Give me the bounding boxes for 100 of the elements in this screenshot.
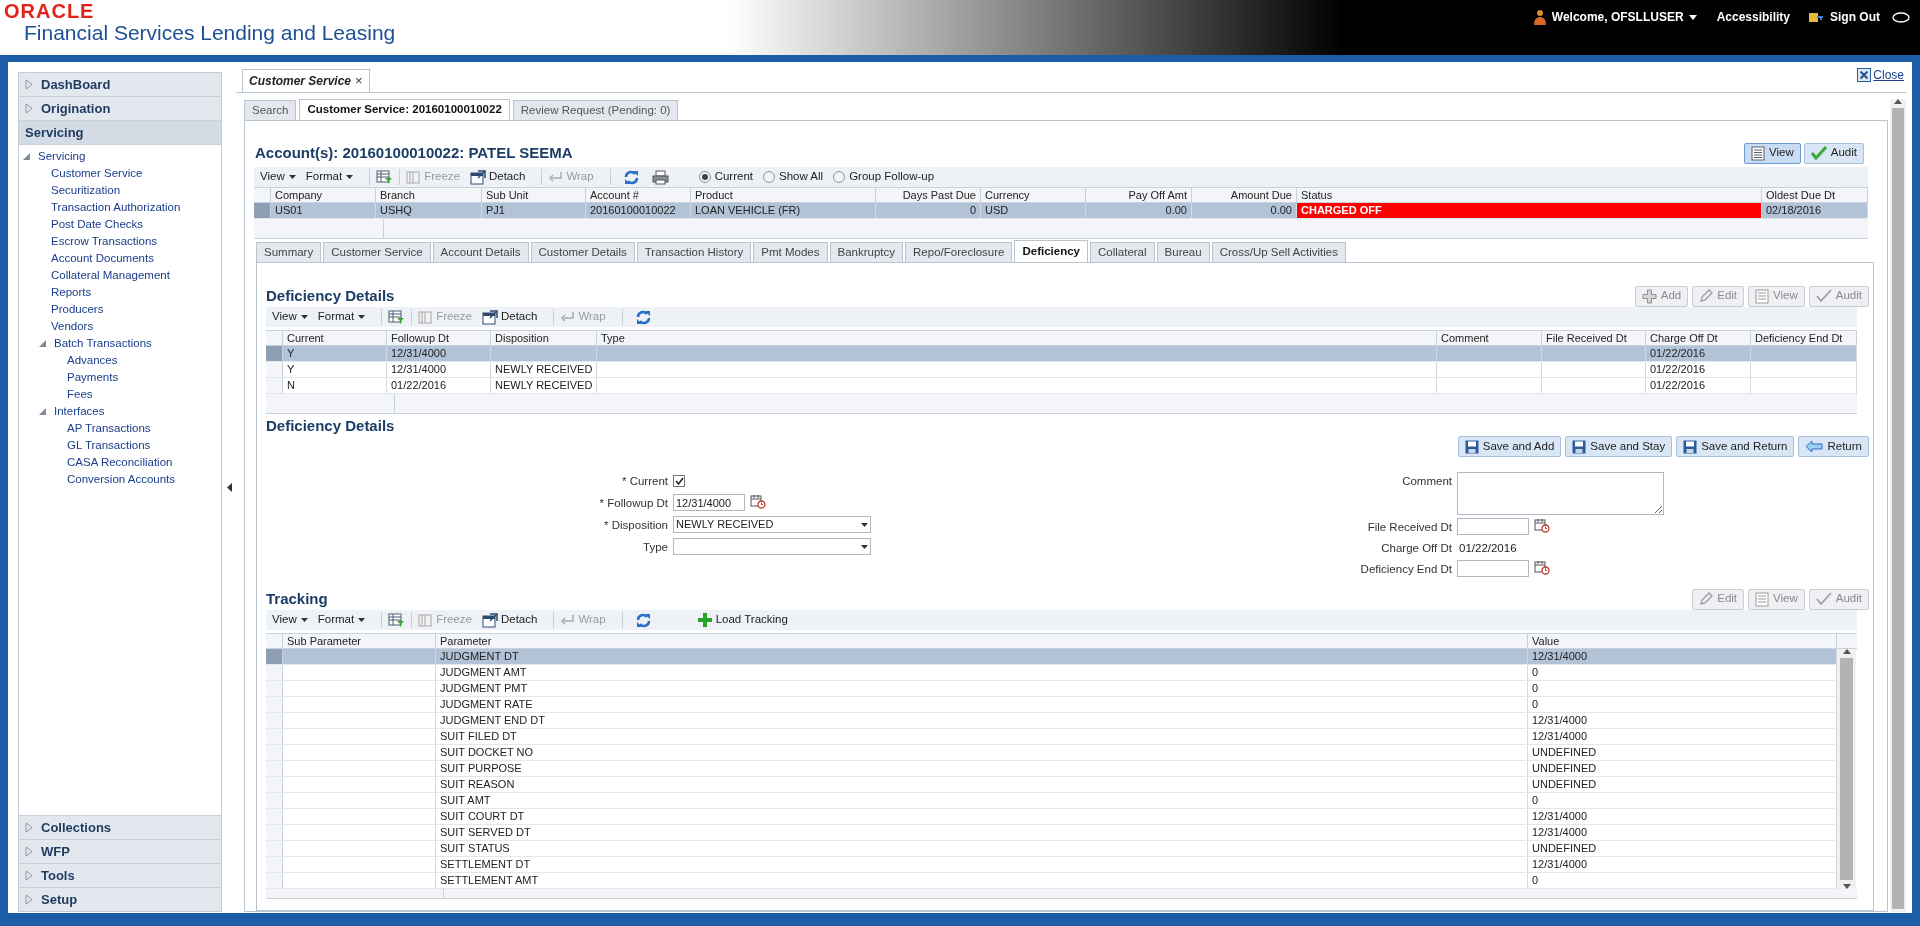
table-row[interactable]: N 01/22/2016 NEWLY RECEIVED 01/22/2016 <box>266 378 1857 394</box>
column-header[interactable]: Parameter <box>436 634 1528 648</box>
menu-button[interactable]: Format <box>305 168 354 186</box>
calendar-icon[interactable] <box>1534 518 1550 533</box>
accessibility-link[interactable]: Accessibility <box>1716 8 1790 26</box>
row-selector[interactable] <box>266 713 283 728</box>
row-selector[interactable] <box>266 697 283 712</box>
table-row[interactable]: JUDGMENT RATE 0 <box>266 697 1837 713</box>
scrollbar[interactable] <box>1837 649 1856 889</box>
row-selector[interactable] <box>266 841 283 856</box>
accordion-header[interactable]: Origination <box>19 97 222 121</box>
tree-item[interactable]: Escrow Transactions <box>51 232 158 251</box>
column-header[interactable]: Pay Off Amt <box>1086 188 1192 202</box>
load-tracking-button[interactable]: Load Tracking <box>697 611 788 629</box>
refresh-icon[interactable] <box>622 168 640 186</box>
tab[interactable]: Search <box>244 100 297 120</box>
tree-item[interactable]: Securitization <box>51 181 121 200</box>
tab[interactable]: Deficiency <box>1014 240 1088 262</box>
menu-button[interactable]: Format <box>317 611 366 629</box>
comment-field[interactable] <box>1457 472 1664 515</box>
refresh-icon[interactable] <box>634 611 652 629</box>
table-row[interactable]: JUDGMENT AMT 0 <box>266 665 1837 681</box>
table-row[interactable]: SUIT STATUS UNDEFINED <box>266 841 1837 857</box>
tree-item[interactable]: Advances <box>67 351 118 370</box>
collapse-handle-icon[interactable] <box>226 483 232 492</box>
column-header[interactable]: Company <box>271 188 376 202</box>
tree-item[interactable]: Payments <box>67 368 119 387</box>
row-selector[interactable] <box>266 809 283 824</box>
row-selector[interactable] <box>266 362 283 377</box>
close-tab-icon[interactable]: × <box>355 75 363 87</box>
toolbar-button[interactable]: Detach <box>481 308 538 326</box>
save-button[interactable]: Save and Add <box>1457 436 1562 457</box>
tab[interactable]: Repo/Foreclosure <box>905 242 1013 262</box>
tab[interactable]: Transaction History <box>636 242 752 262</box>
tab[interactable]: Summary <box>256 242 322 262</box>
expanded-icon[interactable] <box>39 340 46 347</box>
row-selector[interactable] <box>266 777 283 792</box>
column-header[interactable]: Oldest Due Dt <box>1762 188 1868 202</box>
table-row[interactable]: SUIT SERVED DT 12/31/4000 <box>266 825 1837 841</box>
column-header[interactable]: Sub Parameter <box>283 634 436 648</box>
tree-item[interactable]: Interfaces <box>54 402 105 421</box>
close-icon[interactable] <box>1857 68 1872 82</box>
table-row[interactable]: SETTLEMENT AMT 0 <box>266 873 1837 889</box>
column-header[interactable]: Account # <box>586 188 691 202</box>
query-icon[interactable] <box>388 309 406 325</box>
tree-item[interactable]: Transaction Authorization <box>51 198 181 217</box>
tree-item[interactable]: Customer Service <box>51 164 143 183</box>
document-tab[interactable]: Customer Service × <box>242 69 370 92</box>
table-row[interactable]: Y 12/31/4000 01/22/2016 <box>266 346 1857 362</box>
query-icon[interactable] <box>388 612 406 628</box>
accordion-header[interactable]: Collections <box>19 815 222 839</box>
accordion-header[interactable]: Servicing <box>19 121 222 145</box>
user-menu[interactable]: Welcome, OFSLLUSER <box>1551 8 1697 26</box>
row-selector[interactable] <box>266 745 283 760</box>
row-selector[interactable] <box>266 649 283 664</box>
menu-button[interactable]: Format <box>317 308 366 326</box>
column-header[interactable]: Followup Dt <box>387 331 491 345</box>
tree-item[interactable]: Batch Transactions <box>54 334 152 353</box>
column-header[interactable]: Current <box>283 331 387 345</box>
column-header[interactable]: Amount Due <box>1192 188 1297 202</box>
tab[interactable]: Cross/Up Sell Activities <box>1211 242 1346 262</box>
save-button[interactable]: Save and Stay <box>1565 436 1673 457</box>
tab[interactable]: Customer Details <box>530 242 635 262</box>
radio-button[interactable] <box>698 171 711 183</box>
tab[interactable]: Bureau <box>1156 242 1210 262</box>
tree-item[interactable]: Servicing <box>38 147 86 166</box>
menu-button[interactable]: View <box>272 611 308 629</box>
radio-button[interactable] <box>763 171 775 183</box>
row-selector[interactable] <box>254 203 271 218</box>
tree-item[interactable]: AP Transactions <box>67 419 151 438</box>
row-selector[interactable] <box>266 346 283 361</box>
date-field[interactable] <box>1457 560 1529 577</box>
accordion-header[interactable]: Setup <box>19 887 222 911</box>
column-header[interactable]: Branch <box>376 188 482 202</box>
close-link[interactable]: Close <box>1873 66 1904 84</box>
scroll-thumb[interactable] <box>1892 108 1904 909</box>
date-field[interactable]: 12/31/4000 <box>673 494 745 511</box>
accordion-header[interactable]: WFP <box>19 839 222 863</box>
tree-item[interactable]: Vendors <box>51 317 94 336</box>
toolbar-button[interactable]: Detach <box>469 168 526 186</box>
row-selector[interactable] <box>266 825 283 840</box>
radio-option[interactable]: Group Follow-up <box>833 168 935 186</box>
radio-option[interactable]: Current <box>698 168 753 186</box>
radio-button[interactable] <box>833 171 846 183</box>
tab[interactable]: Pmt Modes <box>753 242 828 262</box>
table-row[interactable]: SETTLEMENT DT 12/31/4000 <box>266 857 1837 873</box>
tab[interactable]: Customer Service: 20160100010022 <box>299 99 510 120</box>
table-row[interactable]: JUDGMENT PMT 0 <box>266 681 1837 697</box>
menu-button[interactable]: View <box>260 168 296 186</box>
table-row[interactable]: JUDGMENT END DT 12/31/4000 <box>266 713 1837 729</box>
tab[interactable]: Collateral <box>1090 242 1155 262</box>
table-row[interactable]: SUIT AMT 0 <box>266 793 1837 809</box>
tab[interactable]: Customer Service <box>323 242 431 262</box>
tree-item[interactable]: Reports <box>51 283 92 302</box>
dropdown[interactable] <box>673 538 871 555</box>
radio-option[interactable]: Show All <box>763 168 824 186</box>
view-button[interactable]: View <box>1744 142 1801 164</box>
tab[interactable]: Review Request (Pending: 0) <box>512 100 679 120</box>
row-selector[interactable] <box>266 761 283 776</box>
table-row[interactable]: SUIT COURT DT 12/31/4000 <box>266 809 1837 825</box>
